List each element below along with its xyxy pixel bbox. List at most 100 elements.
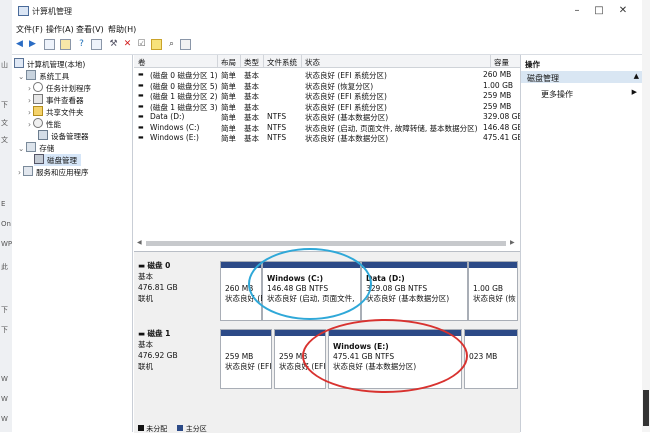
back-arrow-icon[interactable]: ◀	[14, 39, 25, 50]
performance-icon	[33, 118, 43, 128]
disk-1-partition-windows-e[interactable]: Windows (E:) 475.41 GB NTFS 状态良好 (基本数据分区…	[328, 329, 462, 389]
menu-view[interactable]: 查看(V)	[76, 24, 104, 35]
table-cell: Windows (E:)	[150, 133, 199, 142]
volume-icon: ▬	[138, 71, 144, 78]
table-row[interactable]: ▬ Windows (E:) 简单 基本 NTFS 状态良好 (基本数据分区) 475.41…	[134, 131, 523, 143]
disk-0-partition-windows-c[interactable]: Windows (C:) 146.48 GB NTFS 状态良好 (启动, 页面…	[262, 261, 361, 321]
strip-text: W	[1, 375, 8, 383]
connect-icon[interactable]: ⚒	[108, 39, 119, 50]
tree-item-services[interactable]: › 服务和应用程序	[18, 166, 89, 178]
maximize-icon[interactable]: □	[590, 4, 608, 18]
window-title: 计算机管理	[32, 7, 72, 16]
column-header-capacity[interactable]: 容量	[494, 57, 509, 68]
minimize-icon[interactable]: –	[568, 4, 586, 18]
tree-item-device-manager[interactable]: 设备管理器	[38, 130, 89, 142]
disk-0-info[interactable]: ▬ 磁盘 0 基本 476.81 GB 联机	[138, 260, 178, 304]
strip-text: 山	[1, 61, 8, 69]
legend-primary-swatch	[177, 425, 184, 431]
help-icon[interactable]: ?	[76, 39, 87, 50]
disk-graphical-view: ▬ 磁盘 0 基本 476.81 GB 联机 260 MB 状态良好 (EF W…	[134, 251, 520, 433]
strip-text: 下	[1, 326, 8, 334]
column-header-filesystem[interactable]: 文件系统	[267, 57, 297, 68]
tree-item-performance[interactable]: › 性能	[28, 118, 61, 130]
computer-management-icon	[18, 6, 29, 16]
column-header-volume[interactable]: 卷	[138, 57, 146, 68]
disk-1-partition-efi-2[interactable]: 259 MB 状态良好 (EFI	[274, 329, 326, 389]
tree-item-event-viewer[interactable]: › 事件查看器	[28, 94, 84, 106]
event-log-icon	[33, 94, 43, 104]
volume-icon: ▬	[138, 113, 144, 120]
table-cell: 简单	[221, 134, 236, 143]
strip-text: W	[1, 415, 8, 423]
table-cell: 状态良好 (基本数据分区)	[305, 134, 389, 143]
disk-0-partition-recovery[interactable]: 1.00 GB 状态良好 (恢	[468, 261, 518, 321]
delete-icon[interactable]: ✕	[122, 39, 133, 50]
volume-list-header: 卷 布局 类型 文件系统 状态 容量	[134, 55, 520, 68]
volume-icon: ▬	[138, 92, 144, 99]
column-header-type[interactable]: 类型	[244, 57, 259, 68]
open-icon[interactable]	[151, 39, 162, 50]
computer-management-window: 计算机管理 – □ ✕ 文件(F) 操作(A) 查看(V) 帮助(H) ◀ ▶ …	[12, 0, 643, 433]
horizontal-scrollbar[interactable]	[146, 241, 506, 246]
chevron-right-icon[interactable]: ›	[28, 96, 31, 105]
tree-item-shared-folders[interactable]: › 共享文件夹	[28, 106, 84, 118]
volume-icon: ▬	[138, 123, 144, 131]
column-header-status[interactable]: 状态	[305, 57, 320, 68]
disk-0-partition-data-d[interactable]: Data (D:) 329.08 GB NTFS 状态良好 (基本数据分区)	[361, 261, 468, 321]
tree-item-disk-management[interactable]: 磁盘管理	[34, 154, 81, 166]
menu-bar: 文件(F) 操作(A) 查看(V) 帮助(H)	[12, 22, 642, 36]
close-icon[interactable]: ✕	[614, 4, 632, 18]
chevron-right-icon[interactable]: ›	[18, 168, 21, 177]
scroll-right-icon[interactable]: ▶	[510, 239, 515, 246]
tree-item-storage[interactable]: ⌄ 存储	[18, 142, 54, 154]
disk-1-info[interactable]: ▬ 磁盘 1 基本 476.92 GB 联机	[138, 328, 178, 372]
table-cell: 475.41 GB	[483, 133, 523, 142]
chevron-down-icon[interactable]: ⌄	[18, 72, 24, 81]
disk-0-size: 476.81 GB	[138, 283, 178, 292]
storage-icon	[26, 142, 37, 152]
strip-text: W	[1, 395, 8, 403]
view-icon[interactable]	[180, 39, 191, 50]
strip-text: 此	[1, 263, 8, 271]
device-manager-icon	[38, 130, 48, 140]
table-cell: 基本	[244, 134, 259, 143]
disk-1-state: 联机	[138, 362, 153, 371]
column-header-layout[interactable]: 布局	[221, 57, 236, 68]
chevron-right-icon[interactable]: ›	[28, 120, 31, 129]
scroll-left-icon[interactable]: ◀	[137, 239, 142, 246]
computer-icon	[14, 58, 24, 68]
scrollbar-thumb[interactable]	[643, 390, 649, 426]
forward-arrow-icon[interactable]: ▶	[27, 39, 38, 50]
toolbar: ◀ ▶ ? ⚒ ✕ ☑ ⌕	[12, 36, 642, 55]
folder-icon[interactable]	[60, 39, 71, 50]
chevron-down-icon[interactable]: ⌄	[18, 144, 24, 153]
collapse-up-icon[interactable]: ▲	[634, 72, 639, 80]
disk-0-partition-efi[interactable]: 260 MB 状态良好 (EF	[220, 261, 269, 321]
strip-text: E	[1, 200, 6, 208]
disk-1-partition-efi-1[interactable]: 259 MB 状态良好 (EFI	[220, 329, 272, 389]
console-tree-icon[interactable]	[44, 39, 55, 50]
menu-file[interactable]: 文件(F)	[16, 24, 43, 35]
check-icon[interactable]: ☑	[136, 39, 147, 50]
tools-icon	[26, 70, 37, 80]
strip-text: 下	[1, 101, 8, 109]
menu-help[interactable]: 帮助(H)	[108, 24, 136, 35]
chevron-right-icon[interactable]: ›	[28, 108, 31, 117]
chevron-right-icon[interactable]: ▶	[632, 88, 637, 96]
search-icon[interactable]: ⌕	[166, 39, 177, 50]
title-bar[interactable]: 计算机管理 – □ ✕	[12, 0, 642, 22]
actions-pane: 操作 磁盘管理 ▲ 更多操作 ▶	[520, 55, 643, 432]
tree-item-system-tools[interactable]: ⌄ 系统工具	[18, 70, 69, 82]
action-disk-management[interactable]: 磁盘管理 ▲	[521, 71, 643, 83]
screen-scrollbar[interactable]	[642, 0, 650, 432]
properties-icon[interactable]	[91, 39, 102, 50]
actions-title: 操作	[525, 60, 540, 69]
tree-item-task-scheduler[interactable]: › 任务计划程序	[28, 82, 91, 94]
action-more-actions[interactable]: 更多操作 ▶	[521, 87, 643, 99]
disk-1-name: 磁盘 1	[147, 329, 171, 338]
strip-text: 文	[1, 119, 8, 127]
menu-action[interactable]: 操作(A)	[46, 24, 74, 35]
chevron-right-icon[interactable]: ›	[28, 84, 31, 93]
disk-1-partition-4[interactable]: 023 MB	[464, 329, 518, 389]
tree-item-root[interactable]: 计算机管理(本地)	[14, 58, 85, 70]
